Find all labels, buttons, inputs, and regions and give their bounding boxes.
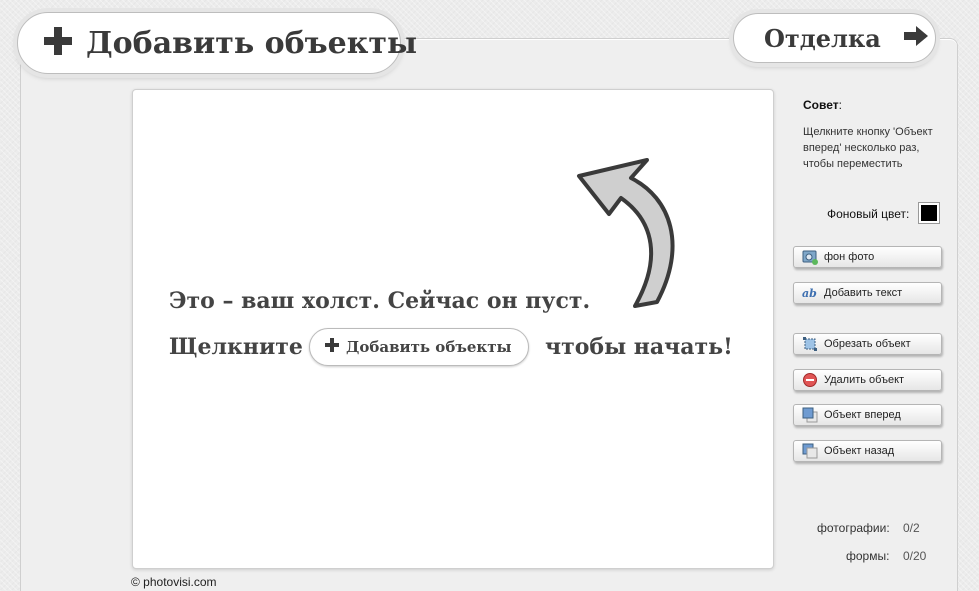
crop-icon: [802, 336, 818, 352]
photos-count-value: 0/2: [903, 521, 920, 535]
send-backward-button[interactable]: Объект назад: [793, 440, 942, 462]
background-color-swatch[interactable]: [918, 202, 940, 224]
copyright-footer: © photovisi.com: [131, 575, 217, 589]
add-text-button[interactable]: ab Добавить текст: [793, 282, 942, 304]
add-objects-label: Добавить объекты: [86, 25, 418, 61]
shapes-count-value: 0/20: [903, 549, 927, 563]
bring-forward-icon: [802, 407, 818, 423]
plus-icon: [42, 25, 74, 61]
text-icon: ab: [802, 285, 818, 301]
delete-icon: [802, 372, 818, 388]
delete-object-button[interactable]: Удалить объект: [793, 369, 942, 391]
crop-object-label: Обрезать объект: [824, 338, 911, 350]
photo-background-icon: [802, 249, 818, 265]
arrow-right-icon: [903, 25, 929, 51]
svg-text:ab: ab: [802, 287, 817, 300]
shapes-count-label: формы:: [846, 549, 890, 563]
tip-title: Совет:: [803, 98, 842, 112]
photos-count-label: фотографии:: [817, 521, 890, 535]
photo-background-button[interactable]: фон фото: [793, 246, 942, 268]
add-text-label: Добавить текст: [824, 287, 903, 299]
background-color-label: Фоновый цвет:: [827, 207, 910, 221]
send-backward-label: Объект назад: [824, 445, 895, 457]
inline-add-objects-label: Добавить объекты: [346, 338, 512, 356]
inline-add-objects-button[interactable]: Добавить объекты: [309, 328, 529, 366]
bring-forward-label: Объект вперед: [824, 409, 901, 421]
finish-button[interactable]: Отделка: [733, 13, 936, 63]
canvas-hint-to-start: чтобы начать!: [545, 334, 733, 360]
delete-object-label: Удалить объект: [824, 374, 905, 386]
plus-icon: [324, 337, 340, 357]
photo-background-label: фон фото: [824, 251, 875, 263]
canvas-hint-line1: Это – ваш холст. Сейчас он пуст.: [169, 288, 591, 314]
canvas-hint-click: Щелкните: [169, 334, 303, 360]
send-backward-icon: [802, 443, 818, 459]
crop-object-button[interactable]: Обрезать объект: [793, 333, 942, 355]
canvas-area[interactable]: Это – ваш холст. Сейчас он пуст. Щелкнит…: [132, 89, 774, 569]
background-color-fill: [921, 205, 937, 221]
add-objects-button[interactable]: Добавить объекты: [17, 12, 417, 74]
tip-text: Щелкните кнопку 'Объект вперед' нескольк…: [803, 126, 933, 170]
finish-label: Отделка: [764, 23, 881, 53]
bring-forward-button[interactable]: Объект вперед: [793, 404, 942, 426]
